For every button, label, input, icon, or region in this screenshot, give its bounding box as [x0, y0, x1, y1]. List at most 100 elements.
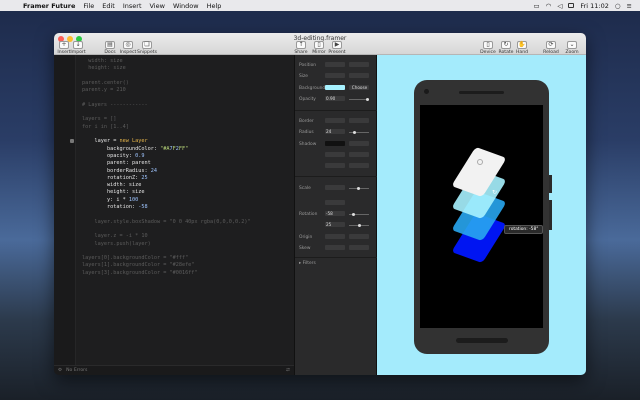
home-indicator [456, 338, 508, 343]
menu-list-icon[interactable]: ≡ [627, 2, 632, 10]
code-line: y: i * 100 [82, 196, 139, 203]
menu-insert[interactable]: Insert [123, 2, 142, 10]
divider [295, 257, 378, 258]
import-button[interactable]: ↓ Import [68, 41, 88, 55]
docs-button[interactable]: ▤ Docs [100, 41, 120, 55]
origin-y-field[interactable] [349, 234, 369, 239]
code-line: height: size [82, 189, 145, 196]
choose-button[interactable]: Choose [349, 85, 369, 90]
settings-icon[interactable]: ⚙ [58, 368, 62, 373]
code-line: height: size [82, 65, 126, 72]
shadow-x-field[interactable] [325, 152, 345, 157]
rotation-z-knob[interactable] [358, 223, 361, 227]
battery-icon[interactable] [568, 3, 575, 8]
speaker-grille [459, 91, 504, 94]
skew-y-field[interactable] [349, 245, 369, 250]
menu-edit[interactable]: Edit [102, 2, 115, 10]
menu-window[interactable]: Window [173, 2, 199, 10]
share-button[interactable]: ↑ Share [291, 41, 311, 55]
status-bar: ⚙ No Errors ⇄ [54, 365, 294, 375]
rotation-knob[interactable] [352, 212, 355, 216]
code-line: rotation: -58 [82, 204, 148, 210]
filters-section[interactable]: ▸ Filters [299, 261, 316, 266]
position-x-field[interactable] [325, 62, 345, 67]
code-line: parent.center() [82, 79, 129, 86]
search-icon[interactable]: ○ [615, 2, 621, 10]
present-button[interactable]: ▶ Present [327, 41, 347, 55]
device-screen[interactable]: ↻ [420, 105, 543, 328]
docs-icon: ▤ [105, 41, 115, 49]
download-icon: ↓ [73, 41, 83, 49]
mirror-button[interactable]: ▯ Mirror [309, 41, 329, 55]
radius-field[interactable]: 24 [325, 129, 345, 134]
rotate-cursor-icon: ↻ [492, 189, 498, 196]
code-line: backgroundColor: "#A7F2FF" [82, 145, 189, 152]
line-gutter [54, 55, 76, 365]
origin-x-field[interactable] [325, 234, 345, 239]
code-line: layers.push(layer) [82, 240, 151, 247]
shadow-blur-field[interactable] [325, 163, 345, 168]
scale-knob[interactable] [357, 186, 360, 190]
prop-label-border: Border [299, 119, 314, 124]
code-line: layers[0].backgroundColor = "#fff" [82, 255, 189, 262]
code-line: # Layers ------------ [82, 101, 148, 108]
position-y-field[interactable] [349, 62, 369, 67]
divider [295, 176, 378, 177]
preview-canvas[interactable]: ↻ rotation: -58° [377, 55, 586, 375]
menu-view[interactable]: View [150, 2, 165, 10]
size-h-field[interactable] [349, 73, 369, 78]
prop-label-background: Background [299, 86, 326, 91]
menu-file[interactable]: File [83, 2, 94, 10]
border-width-field[interactable] [325, 118, 345, 123]
reload-button[interactable]: ⟳ Reload [541, 41, 561, 55]
clock-text[interactable]: Fri 11:02 [580, 2, 609, 10]
prop-label-shadow: Shadow [299, 142, 317, 147]
rotation-z-field[interactable]: 25 [325, 222, 345, 227]
size-w-field[interactable] [325, 73, 345, 78]
rotation-field[interactable]: -58 [325, 211, 345, 216]
border-color-field[interactable] [349, 118, 369, 123]
code-line: opacity: 0.9 [82, 152, 145, 159]
present-icon: ▶ [332, 41, 342, 49]
shadow-y-field[interactable] [349, 152, 369, 157]
opacity-knob[interactable] [366, 97, 369, 101]
menu-bar: Framer Future File Edit Insert View Wind… [0, 0, 640, 11]
code-line: for i in [1..4] [82, 123, 129, 130]
radius-knob[interactable] [353, 130, 356, 134]
app-window: 3d-editing.framer + Insert ↓ Import ▤ Docs … [54, 33, 586, 375]
volume-icon[interactable]: ◁ [557, 2, 562, 10]
camera-icon [424, 89, 429, 94]
inspect-icon: ◎ [123, 41, 133, 49]
shadow-field[interactable] [349, 141, 369, 146]
menu-app-name[interactable]: Framer Future [23, 2, 75, 10]
skew-x-field[interactable] [325, 245, 345, 250]
hand-button[interactable]: ✋ Hand [512, 41, 532, 55]
rotation-x-field[interactable] [325, 200, 345, 205]
prop-label-position: Position [299, 63, 317, 68]
inspect-button[interactable]: ◎ Inspect [118, 41, 138, 55]
shadow-spread-field[interactable] [349, 163, 369, 168]
volume-button [549, 200, 552, 230]
code-editor[interactable]: width: size height: size parent.center() p… [54, 55, 294, 365]
snippets-button[interactable]: ❏ Snippets [137, 41, 157, 55]
snippets-icon: ❏ [142, 41, 152, 49]
prop-label-origin: Origin [299, 235, 313, 240]
opacity-field[interactable]: 0.90 [325, 96, 345, 101]
device-icon: ▯ [483, 41, 493, 49]
code-line: layers[3].backgroundColor = "#0016ff" [82, 269, 198, 276]
properties-panel: Position Size Background Choose Opacity … [294, 55, 378, 375]
code-line: parent.y = 210 [82, 87, 126, 94]
radius-slider[interactable] [349, 132, 369, 133]
share-icon: ↑ [296, 41, 306, 49]
zoom-control[interactable]: ⌄ Zoom [562, 41, 582, 55]
airplay-icon[interactable]: ▭ [534, 2, 540, 10]
scale-field[interactable] [325, 185, 345, 190]
toggle-icon[interactable]: ⇄ [286, 368, 290, 373]
background-swatch[interactable] [325, 85, 345, 90]
prop-label-radius: Radius [299, 130, 314, 135]
fold-marker-icon[interactable] [70, 139, 74, 143]
wifi-icon[interactable]: ◠ [546, 2, 552, 10]
shadow-color-field[interactable] [325, 141, 345, 146]
menu-help[interactable]: Help [207, 2, 222, 10]
device-button[interactable]: ▯ Device [478, 41, 498, 55]
